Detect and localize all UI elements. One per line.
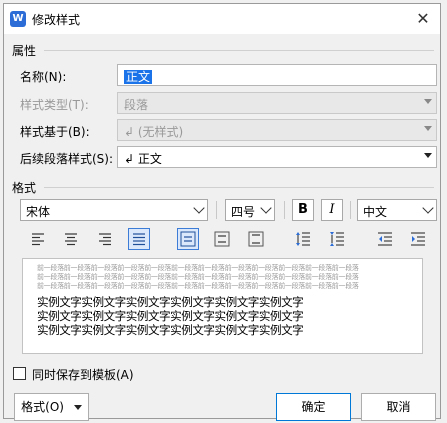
dropdown-arrow-icon	[424, 153, 432, 158]
language-value: 中文	[363, 205, 388, 219]
name-label: 名称(N):	[20, 70, 67, 84]
preview-sample-line: 实例文字实例文字实例文字实例文字实例文字实例文字	[37, 295, 304, 309]
italic-button[interactable]: I	[321, 199, 343, 221]
chevron-down-icon	[193, 202, 205, 214]
toolbar-divider	[216, 201, 217, 219]
style-type-label: 样式类型(T):	[20, 98, 89, 112]
toolbar-divider	[350, 201, 351, 219]
chevron-down-icon	[260, 202, 272, 214]
chevron-down-icon	[422, 202, 434, 214]
single-line-spacing-icon[interactable]	[177, 228, 199, 250]
based-on-label: 样式基于(B):	[20, 125, 90, 139]
dialog-title: 修改样式	[32, 13, 81, 27]
based-on-value: ↲ (无样式)	[124, 125, 184, 139]
name-input-value: 正文	[124, 70, 153, 84]
preview-sample-line: 实例文字实例文字实例文字实例文字实例文字实例文字	[37, 323, 304, 337]
save-to-template-label: 同时保存到模板(A)	[32, 368, 134, 382]
cancel-button[interactable]: 取消	[361, 393, 436, 421]
decrease-paragraph-spacing-icon[interactable]	[326, 228, 348, 250]
preview-previous-paragraph-line: 前一段落前一段落前一段落前一段落前一段落前一段落前一段落前一段落前一段落前一段落…	[37, 282, 359, 290]
align-center-icon[interactable]	[60, 228, 82, 250]
wps-writer-icon: W	[10, 11, 26, 27]
properties-section-label: 属性	[12, 44, 37, 58]
font-value: 宋体	[26, 205, 51, 219]
based-on-select[interactable]: ↲ (无样式)	[117, 119, 437, 141]
style-preview: 前一段落前一段落前一段落前一段落前一段落前一段落前一段落前一段落前一段落前一段落…	[22, 258, 423, 354]
bold-button[interactable]: B	[292, 199, 314, 221]
justify-icon[interactable]	[128, 228, 150, 250]
dropdown-arrow-icon	[73, 405, 82, 410]
increase-indent-icon[interactable]	[407, 228, 429, 250]
save-to-template-checkbox[interactable]	[13, 367, 26, 380]
next-style-select[interactable]: ↲ 正文	[117, 146, 437, 168]
format-menu-button[interactable]: 格式(O)	[14, 393, 89, 421]
font-size-value: 四号	[231, 205, 256, 219]
properties-divider	[44, 50, 434, 51]
decrease-indent-icon[interactable]	[374, 228, 396, 250]
title-bar: W 修改样式 ✕	[4, 4, 440, 34]
next-style-value: ↲ 正文	[124, 152, 162, 166]
format-menu-label: 格式(O)	[21, 400, 64, 414]
style-type-select[interactable]: 段落	[117, 92, 437, 114]
toolbar-divider	[284, 201, 285, 219]
double-line-spacing-icon[interactable]	[245, 228, 267, 250]
ok-button[interactable]: 确定	[276, 393, 351, 421]
close-icon[interactable]: ✕	[412, 8, 434, 30]
font-size-select[interactable]: 四号	[225, 199, 275, 221]
one-half-line-spacing-icon[interactable]	[211, 228, 233, 250]
style-type-value: 段落	[124, 98, 149, 112]
align-right-icon[interactable]	[94, 228, 116, 250]
dropdown-arrow-icon	[424, 126, 432, 131]
font-select[interactable]: 宋体	[20, 199, 208, 221]
increase-paragraph-spacing-icon[interactable]	[292, 228, 314, 250]
name-input[interactable]: 正文	[117, 64, 437, 86]
modify-style-dialog: W 修改样式 ✕ 属性 名称(N): 正文 样式类型(T): 段落 样式基于(B…	[3, 3, 441, 421]
align-left-icon[interactable]	[27, 228, 49, 250]
format-divider	[44, 187, 434, 188]
format-section-label: 格式	[12, 181, 37, 195]
preview-sample-line: 实例文字实例文字实例文字实例文字实例文字实例文字	[37, 309, 304, 323]
next-style-label: 后续段落样式(S):	[20, 152, 114, 166]
dropdown-arrow-icon	[424, 99, 432, 104]
language-select[interactable]: 中文	[357, 199, 437, 221]
